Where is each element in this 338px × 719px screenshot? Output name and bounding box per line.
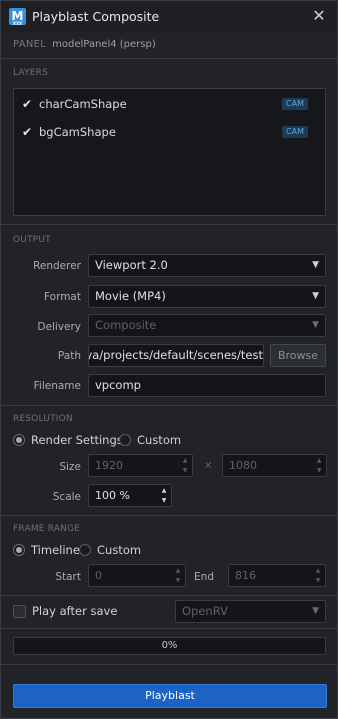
- panel-label: PANEL: [13, 39, 47, 50]
- output-section-label: OUTPUT: [13, 235, 51, 245]
- checkmark-icon: ✔: [22, 97, 33, 111]
- path-input[interactable]: aya/projects/default/scenes/test: [88, 344, 264, 367]
- radio-custom-resolution[interactable]: Custom: [119, 433, 181, 447]
- frame-range-section-label: FRAME RANGE: [13, 524, 81, 534]
- spin-up-icon[interactable]: ▲: [183, 457, 188, 464]
- panel-value: modelPanel4 (persp): [52, 39, 156, 50]
- size-separator: ×: [204, 460, 213, 471]
- title-bar[interactable]: M XXX Playblast Composite ✕: [1, 1, 337, 32]
- divider: [1, 664, 337, 665]
- play-after-save-checkbox[interactable]: Play after save: [13, 604, 117, 618]
- delivery-dropdown[interactable]: Composite ▼: [88, 314, 326, 337]
- path-label: Path: [57, 350, 81, 362]
- end-label: End: [194, 571, 214, 583]
- radio-indicator: [13, 434, 25, 446]
- radio-indicator: [13, 544, 25, 556]
- spin-up-icon[interactable]: ▲: [162, 487, 167, 494]
- cam-badge: CAM: [282, 126, 308, 138]
- layer-name: charCamShape: [39, 97, 127, 111]
- divider: [1, 58, 337, 59]
- player-dropdown[interactable]: OpenRV ▼: [175, 600, 326, 623]
- radio-render-settings[interactable]: Render Settings: [13, 433, 123, 447]
- cam-badge: CAM: [282, 98, 308, 110]
- filename-label: Filename: [33, 380, 81, 392]
- progress-text: 0%: [161, 640, 178, 651]
- layers-section-label: LAYERS: [13, 68, 49, 78]
- size-label: Size: [59, 461, 81, 473]
- layers-list: ✔ charCamShape CAM ✔ bgCamShape CAM: [13, 88, 326, 216]
- layer-name: bgCamShape: [39, 125, 116, 139]
- window-title: Playblast Composite: [32, 9, 160, 24]
- chevron-down-icon: ▼: [312, 606, 319, 616]
- chevron-down-icon: ▼: [312, 320, 319, 330]
- playblast-button[interactable]: Playblast: [13, 684, 327, 708]
- progress-bar: 0%: [13, 637, 326, 655]
- radio-indicator: [79, 544, 91, 556]
- radio-indicator: [119, 434, 131, 446]
- spin-down-icon[interactable]: ▼: [183, 467, 188, 474]
- filename-input[interactable]: vpcomp: [88, 374, 326, 397]
- divider: [1, 405, 337, 406]
- spin-up-icon[interactable]: ▲: [317, 457, 322, 464]
- height-spinbox[interactable]: 1080 ▲ ▼: [222, 454, 327, 477]
- format-dropdown[interactable]: Movie (MP4) ▼: [88, 285, 326, 308]
- layer-item-bgcamshape[interactable]: ✔ bgCamShape CAM: [22, 124, 318, 140]
- renderer-dropdown[interactable]: Viewport 2.0 ▼: [88, 254, 326, 277]
- divider: [1, 224, 337, 225]
- radio-custom-range[interactable]: Custom: [79, 543, 141, 557]
- delivery-label: Delivery: [37, 321, 81, 333]
- browse-button[interactable]: Browse: [270, 344, 326, 367]
- radio-timeline[interactable]: Timeline: [13, 543, 80, 557]
- checkbox-indicator: [13, 604, 26, 618]
- close-icon[interactable]: ✕: [310, 7, 328, 25]
- start-label: Start: [55, 571, 81, 583]
- layer-item-charcamshape[interactable]: ✔ charCamShape CAM: [22, 96, 318, 112]
- divider: [1, 628, 337, 629]
- maya-app-icon: M XXX: [9, 8, 26, 26]
- scale-spinbox[interactable]: 100 % ▲ ▼: [88, 484, 172, 507]
- spin-down-icon[interactable]: ▼: [162, 497, 167, 504]
- width-spinbox[interactable]: 1920 ▲ ▼: [88, 454, 193, 477]
- chevron-down-icon: ▼: [312, 260, 319, 270]
- divider: [1, 595, 337, 596]
- renderer-label: Renderer: [33, 260, 81, 272]
- chevron-down-icon: ▼: [312, 291, 319, 301]
- playblast-composite-window: M XXX Playblast Composite ✕ PANEL modelP…: [0, 0, 338, 719]
- spin-down-icon[interactable]: ▼: [317, 467, 322, 474]
- format-label: Format: [43, 291, 81, 303]
- panel-info: PANEL modelPanel4 (persp): [13, 39, 156, 53]
- divider: [1, 515, 337, 516]
- spin-up-icon[interactable]: ▲: [316, 567, 321, 574]
- scale-label: Scale: [52, 491, 81, 503]
- end-frame-spinbox[interactable]: 816 ▲ ▼: [228, 564, 326, 587]
- checkmark-icon: ✔: [22, 125, 33, 139]
- spin-down-icon[interactable]: ▼: [316, 577, 321, 584]
- resolution-section-label: RESOLUTION: [13, 414, 73, 424]
